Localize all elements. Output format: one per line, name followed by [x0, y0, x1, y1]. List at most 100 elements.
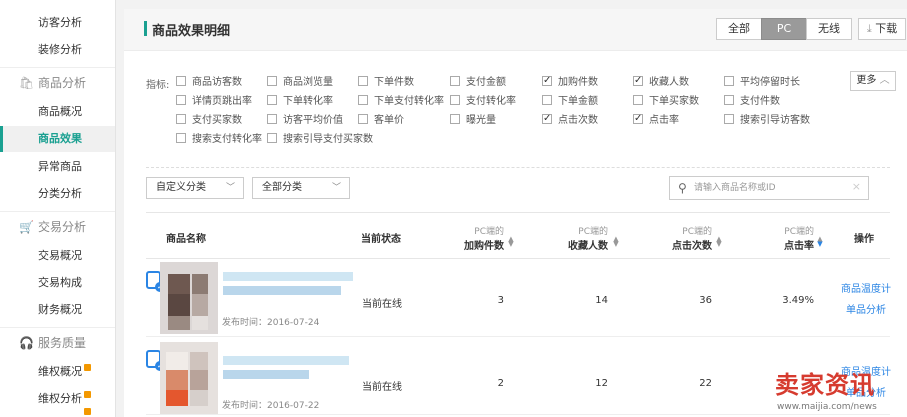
checkbox-icon[interactable]	[450, 95, 460, 105]
search-input[interactable]	[694, 180, 844, 196]
col-header-cart[interactable]: 加购件数	[448, 237, 504, 252]
panel-header: 商品效果明细 全部 PC 无线 ⤓ 下载	[124, 9, 907, 51]
metric-checkbox[interactable]: 收藏人数	[633, 74, 689, 90]
metric-checkbox[interactable]: 支付转化率	[450, 95, 516, 109]
checkbox-icon[interactable]	[267, 76, 277, 86]
checkbox-icon[interactable]	[450, 114, 460, 124]
sort-icon[interactable]: ▲ ▼	[715, 236, 723, 248]
product-name-redacted[interactable]	[223, 268, 353, 308]
metric-checkbox[interactable]: 客单价	[358, 114, 404, 128]
metric-checkbox[interactable]: 点击次数	[542, 112, 598, 128]
table-row: ✓ 发布时间：2016-07-24 当前在线 3 14 36 3.49% 商品温…	[146, 260, 891, 337]
checkbox-icon[interactable]	[267, 114, 277, 124]
segment-pc[interactable]: PC	[761, 18, 807, 40]
metric-label: 搜索支付转化率	[192, 134, 262, 145]
checkbox-icon[interactable]	[176, 133, 186, 143]
metric-checkbox[interactable]: 点击率	[633, 112, 679, 128]
metric-checkbox[interactable]: 搜索引导支付买家数	[267, 133, 373, 147]
checkbox-icon[interactable]	[267, 133, 277, 143]
metric-checkbox[interactable]: 支付买家数	[176, 114, 242, 128]
more-button[interactable]: 更多 ︿	[850, 71, 896, 91]
metric-checkbox[interactable]: 下单转化率	[267, 95, 333, 109]
product-thumbnail[interactable]	[160, 262, 218, 334]
sidebar-item-rights-analysis[interactable]: 维权分析	[0, 386, 115, 412]
sidebar-item-visitor-analysis[interactable]: 访客分析	[0, 10, 115, 36]
metric-label: 搜索引导支付买家数	[283, 134, 373, 145]
cart-icon: 🛒	[19, 220, 34, 234]
metric-checkbox[interactable]: 下单买家数	[633, 95, 699, 109]
sidebar-item-trade-overview[interactable]: 交易概况	[0, 243, 115, 269]
all-category-dropdown[interactable]: 全部分类 ﹀	[252, 177, 350, 199]
metric-checkbox[interactable]: 商品浏览量	[267, 76, 333, 90]
col-header-sub: PC端的	[784, 227, 814, 237]
metric-label: 支付买家数	[192, 115, 242, 126]
sidebar-item-trade-composition[interactable]: 交易构成	[0, 270, 115, 296]
sort-icon[interactable]: ▲ ▼	[612, 236, 620, 248]
col-header-clicks[interactable]: 点击次数	[656, 237, 712, 252]
metric-checkbox[interactable]: 搜索引导访客数	[724, 114, 810, 128]
metric-checkbox[interactable]: 支付件数	[724, 95, 780, 109]
sidebar-item-product-overview[interactable]: 商品概况	[0, 99, 115, 125]
checkbox-icon[interactable]	[358, 76, 368, 86]
checkbox-icon[interactable]	[176, 76, 186, 86]
product-thumbnail[interactable]	[160, 342, 218, 414]
metric-checkbox[interactable]: 平均停留时长	[724, 76, 800, 90]
col-header-sub: PC端的	[682, 227, 712, 237]
download-button[interactable]: ⤓ 下载	[858, 18, 906, 40]
checkbox-checked-icon[interactable]	[633, 74, 643, 88]
metric-label: 下单转化率	[283, 96, 333, 107]
checkbox-icon[interactable]	[358, 114, 368, 124]
checkbox-icon[interactable]	[358, 95, 368, 105]
sidebar-group-product-analysis[interactable]: 🛍 商品分析	[0, 70, 115, 96]
checkbox-checked-icon[interactable]	[633, 112, 643, 126]
sidebar-item-product-effect[interactable]: 商品效果	[0, 126, 115, 152]
sidebar-item-finance-overview[interactable]: 财务概况	[0, 297, 115, 323]
checkbox-icon[interactable]	[176, 114, 186, 124]
checkbox-icon[interactable]	[176, 95, 186, 105]
metric-label: 客单价	[374, 115, 404, 126]
metric-checkbox[interactable]: 下单件数	[358, 76, 414, 90]
sidebar-item-abnormal-products[interactable]: 异常商品	[0, 154, 115, 180]
segment-all[interactable]: 全部	[716, 18, 762, 40]
watermark-url: www.maijia.com/news	[777, 402, 877, 412]
col-header-favorites[interactable]: 收藏人数	[552, 237, 608, 252]
metric-checkbox[interactable]: 加购件数	[542, 74, 598, 90]
checkbox-icon[interactable]	[724, 76, 734, 86]
sidebar-group-trade-analysis[interactable]: 🛒 交易分析	[0, 214, 115, 240]
metric-checkbox[interactable]: 商品访客数	[176, 76, 242, 90]
metric-checkbox[interactable]: 曝光量	[450, 114, 496, 128]
single-product-analysis-link[interactable]: 单品分析	[836, 301, 896, 316]
checkbox-icon[interactable]	[450, 76, 460, 86]
metric-checkbox[interactable]: 支付金额	[450, 76, 506, 90]
col-header-actions: 操作	[854, 234, 874, 245]
col-header-ctr[interactable]: 点击率	[758, 237, 814, 252]
chevron-up-icon: ︿	[879, 75, 890, 86]
metric-checkbox[interactable]: 访客平均价值	[267, 114, 343, 128]
checkbox-icon[interactable]	[267, 95, 277, 105]
clear-icon[interactable]: ×	[852, 180, 861, 193]
product-name-redacted[interactable]	[223, 352, 353, 392]
sort-icon[interactable]: ▲ ▼	[816, 236, 824, 248]
metric-checkbox[interactable]: 详情页跳出率	[176, 95, 252, 109]
metric-checkbox[interactable]: 下单金额	[542, 95, 598, 109]
checkbox-icon[interactable]	[542, 95, 552, 105]
metric-checkbox[interactable]: 搜索支付转化率	[176, 133, 262, 147]
checkbox-checked-icon[interactable]	[542, 74, 552, 88]
sidebar-divider	[0, 67, 115, 68]
sidebar-item-decoration-analysis[interactable]: 装修分析	[0, 37, 115, 63]
metric-label: 访客平均价值	[283, 115, 343, 126]
sidebar-item-category-analysis[interactable]: 分类分析	[0, 181, 115, 207]
custom-category-dropdown[interactable]: 自定义分类 ﹀	[146, 177, 244, 199]
metric-label: 详情页跳出率	[192, 96, 252, 107]
checkbox-icon[interactable]	[724, 95, 734, 105]
product-thermometer-link[interactable]: 商品温度计	[836, 280, 896, 295]
sort-icon[interactable]: ▲ ▼	[507, 236, 515, 248]
sidebar-group-service-quality[interactable]: 🎧 服务质量	[0, 330, 115, 356]
sidebar-item-rights-overview[interactable]: 维权概况	[0, 359, 115, 385]
checkbox-icon[interactable]	[633, 95, 643, 105]
metric-checkbox[interactable]: 下单支付转化率	[358, 95, 444, 109]
metric-label: 搜索引导访客数	[740, 115, 810, 126]
segment-wireless[interactable]: 无线	[806, 18, 852, 40]
checkbox-icon[interactable]	[724, 114, 734, 124]
checkbox-checked-icon[interactable]	[542, 112, 552, 126]
